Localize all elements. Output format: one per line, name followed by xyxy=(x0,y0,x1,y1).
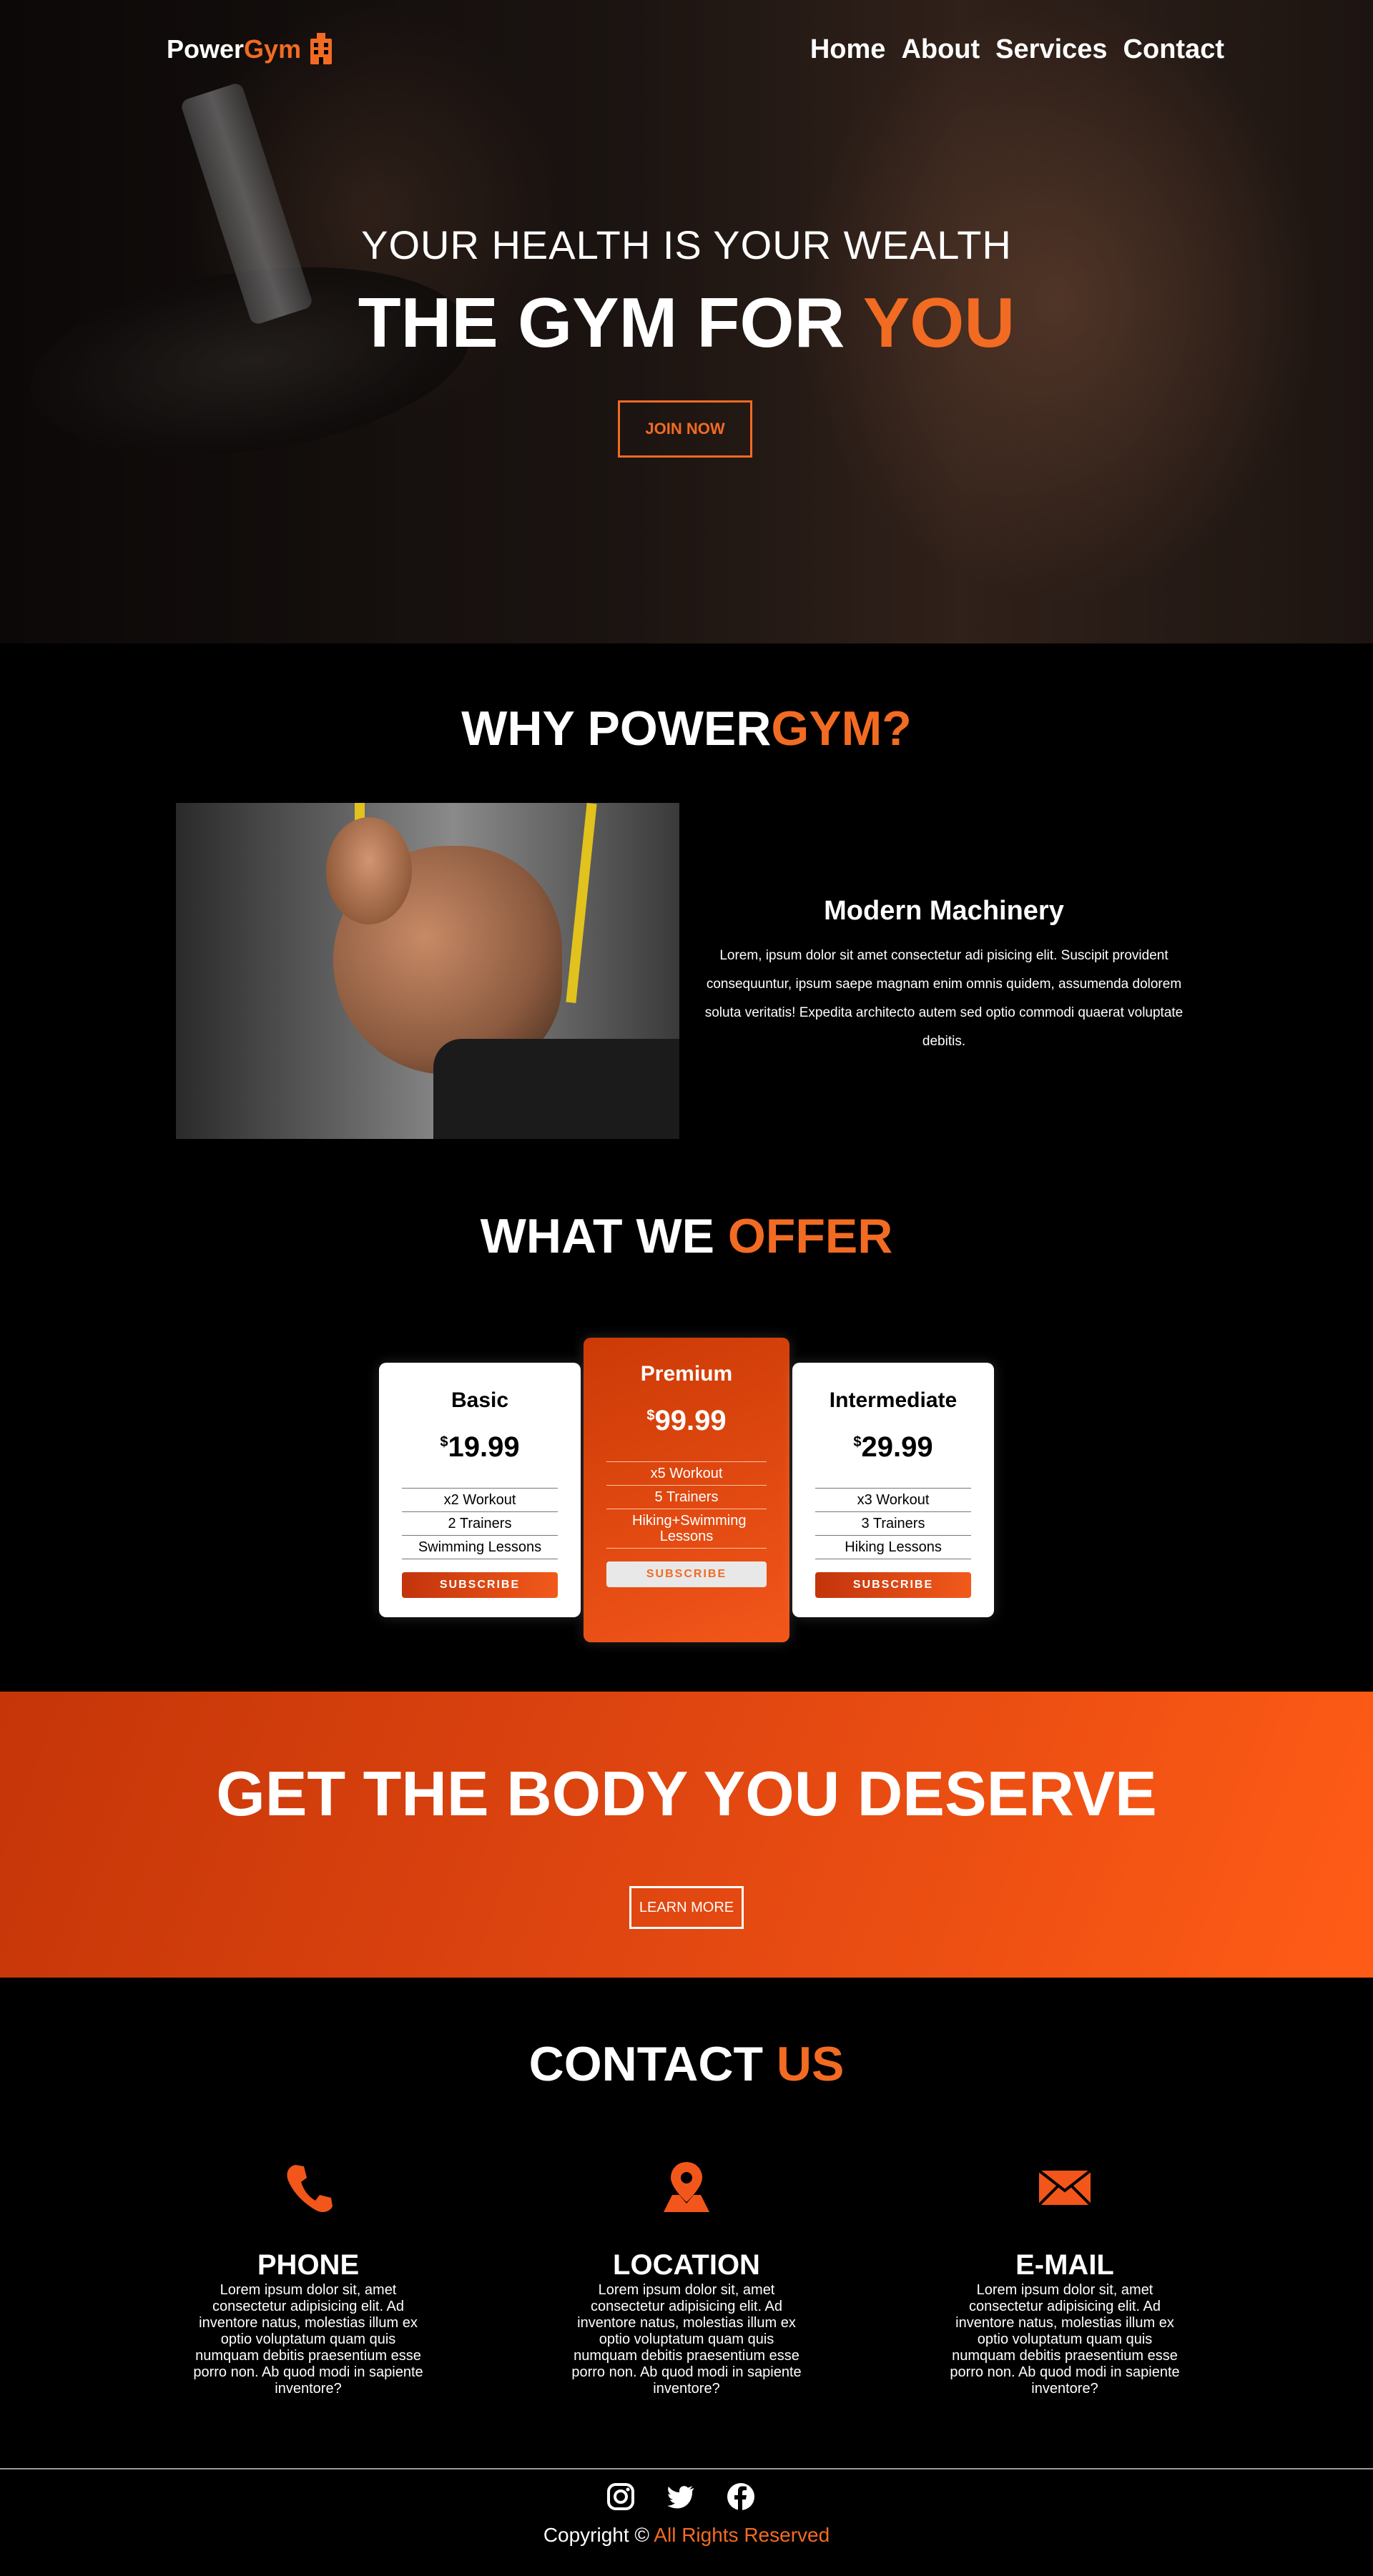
plan-feature: x2 Workout xyxy=(402,1489,558,1512)
why-image xyxy=(176,803,679,1139)
copyright-part2: All Rights Reserved xyxy=(654,2524,830,2546)
email-icon xyxy=(1038,2169,1092,2206)
plan-features: x2 Workout 2 Trainers Swimming Lessons xyxy=(402,1488,558,1559)
hero-title-part2: YOU xyxy=(862,283,1015,362)
cta-title: GET THE BODY YOU DESERVE xyxy=(216,1758,1157,1829)
nav-contact[interactable]: Contact xyxy=(1123,34,1224,65)
plan-currency: $ xyxy=(646,1408,655,1423)
plan-features: x5 Workout 5 Trainers Hiking+Swimming Le… xyxy=(606,1461,767,1549)
plan-price: $19.99 xyxy=(379,1431,581,1464)
why-title-part1: WHY POWER xyxy=(461,701,772,756)
navbar: Power Gym Home About Services Contact xyxy=(0,0,1373,100)
contact-heading: LOCATION xyxy=(613,2249,760,2281)
join-now-button[interactable]: JOIN NOW xyxy=(618,400,752,458)
plan-name: Premium xyxy=(640,1362,733,1386)
offer-title-part1: WHAT WE xyxy=(480,1209,728,1263)
location-icon xyxy=(664,2162,709,2212)
plan-feature: 5 Trainers xyxy=(606,1486,767,1509)
trx-strap-right xyxy=(566,803,597,1003)
plan-price-value: 99.99 xyxy=(654,1405,727,1436)
copyright: Copyright © All Rights Reserved xyxy=(0,2524,1373,2547)
subscribe-premium-button[interactable]: SUBSCRIBE xyxy=(606,1561,767,1587)
plan-feature: x5 Workout xyxy=(606,1462,767,1486)
plan-price: $29.99 xyxy=(792,1431,994,1464)
why-title: WHY POWERGYM? xyxy=(0,701,1373,756)
contact-title-part2: US xyxy=(776,2037,845,2091)
contact-title: CONTACT US xyxy=(0,2036,1373,2092)
contact-text: Lorem ipsum dolor sit, amet consectetur … xyxy=(950,2282,1180,2397)
plan-feature: Hiking Lessons xyxy=(815,1536,971,1559)
plan-name: Basic xyxy=(451,1388,509,1412)
plan-feature: Hiking+Swimming Lessons xyxy=(606,1509,767,1549)
contact-phone: PHONE Lorem ipsum dolor sit, amet consec… xyxy=(190,2159,426,2397)
nav-home[interactable]: Home xyxy=(810,34,886,65)
hero-section: Power Gym Home About Services Contact YO… xyxy=(0,0,1373,643)
nav-services[interactable]: Services xyxy=(995,34,1107,65)
nav-about[interactable]: About xyxy=(901,34,980,65)
building-icon xyxy=(310,33,333,64)
contact-location: LOCATION Lorem ipsum dolor sit, amet con… xyxy=(569,2159,804,2397)
athlete-head xyxy=(326,817,412,924)
plan-price-value: 19.99 xyxy=(448,1431,520,1463)
contact-heading: E-MAIL xyxy=(1015,2249,1114,2281)
why-heading: Modern Machinery xyxy=(824,896,1064,926)
athlete-pants xyxy=(433,1039,679,1139)
plan-currency: $ xyxy=(440,1434,448,1450)
plan-card-intermediate: Intermediate $29.99 x3 Workout 3 Trainer… xyxy=(792,1363,994,1617)
phone-icon xyxy=(287,2165,333,2212)
subscribe-intermediate-button[interactable]: SUBSCRIBE xyxy=(815,1572,971,1598)
nav-links: Home About Services Contact xyxy=(810,34,1224,65)
facebook-icon[interactable] xyxy=(727,2482,755,2511)
why-text: Lorem, ipsum dolor sit amet consectetur … xyxy=(704,948,1183,1049)
copyright-part1: Copyright © xyxy=(543,2524,654,2546)
contact-title-part1: CONTACT xyxy=(528,2037,777,2091)
contact-heading: PHONE xyxy=(257,2249,360,2281)
contact-text: Lorem ipsum dolor sit, amet consectetur … xyxy=(193,2282,423,2397)
plan-features: x3 Workout 3 Trainers Hiking Lessons xyxy=(815,1488,971,1559)
hero-subtitle: YOUR HEALTH IS YOUR WEALTH xyxy=(361,222,1012,267)
footer-divider xyxy=(0,2468,1373,2469)
contact-text: Lorem ipsum dolor sit, amet consectetur … xyxy=(571,2282,802,2397)
hero-title: THE GYM FOR YOU xyxy=(0,282,1373,363)
plan-feature: Swimming Lessons xyxy=(402,1536,558,1559)
social-links xyxy=(606,2482,755,2511)
offer-title: WHAT WE OFFER xyxy=(0,1208,1373,1264)
logo-text-part1: Power xyxy=(167,34,245,64)
subscribe-basic-button[interactable]: SUBSCRIBE xyxy=(402,1572,558,1598)
plan-name: Intermediate xyxy=(829,1388,958,1412)
plan-feature: x3 Workout xyxy=(815,1489,971,1512)
contact-email: E-MAIL Lorem ipsum dolor sit, amet conse… xyxy=(947,2159,1183,2397)
twitter-icon[interactable] xyxy=(666,2482,695,2511)
hero-title-part1: THE GYM FOR xyxy=(358,283,863,362)
plan-feature: 2 Trainers xyxy=(402,1512,558,1536)
cta-section: GET THE BODY YOU DESERVE LEARN MORE xyxy=(0,1692,1373,1978)
plan-price-value: 29.99 xyxy=(861,1431,933,1463)
plan-card-premium: Premium $99.99 x5 Workout 5 Trainers Hik… xyxy=(584,1338,789,1642)
plan-feature: 3 Trainers xyxy=(815,1512,971,1536)
logo-text-part2: Gym xyxy=(244,34,302,64)
plan-card-basic: Basic $19.99 x2 Workout 2 Trainers Swimm… xyxy=(379,1363,581,1617)
why-title-part2: GYM? xyxy=(771,701,912,756)
plan-price: $99.99 xyxy=(584,1405,789,1437)
offer-title-part2: OFFER xyxy=(727,1209,893,1263)
plan-currency: $ xyxy=(853,1434,862,1450)
logo[interactable]: Power Gym xyxy=(167,33,334,66)
instagram-icon[interactable] xyxy=(606,2482,635,2511)
learn-more-button[interactable]: LEARN MORE xyxy=(629,1886,744,1929)
